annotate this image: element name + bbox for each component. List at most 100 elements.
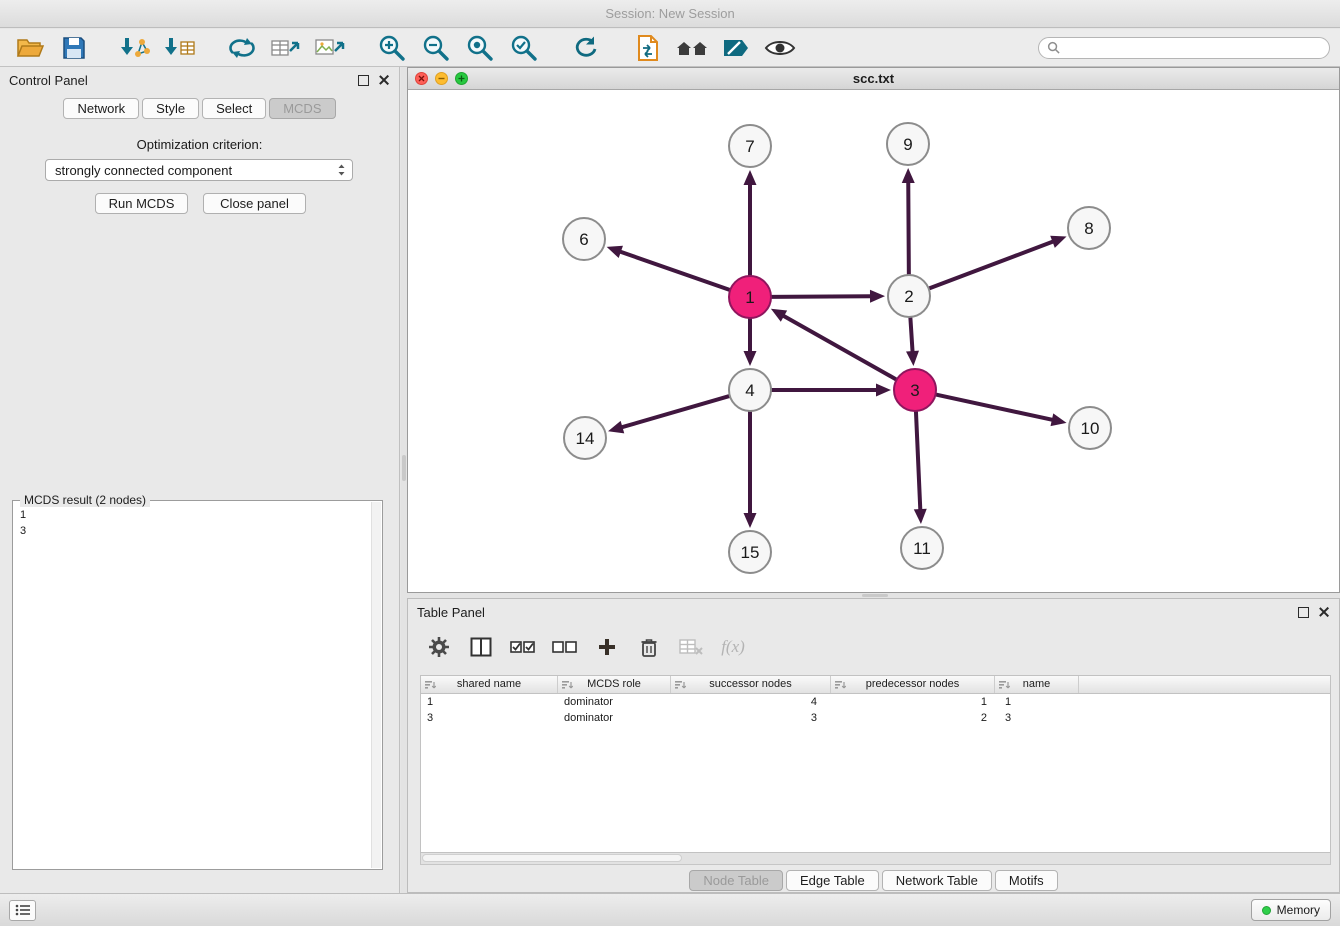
graph-node-1[interactable]: 1	[729, 276, 771, 318]
import-table-button[interactable]	[160, 32, 200, 64]
network-canvas[interactable]: 7 9 6 8 1 2 4 3 14 10 15 11	[408, 90, 1339, 592]
table-row[interactable]: 1 dominator 4 1 1	[421, 694, 1330, 710]
graph-node-11[interactable]: 11	[901, 527, 943, 569]
close-panel-icon[interactable]	[1318, 606, 1330, 618]
graph-node-7[interactable]: 7	[729, 125, 771, 167]
column-header-mcds-role[interactable]: MCDS role	[558, 676, 671, 693]
scrollbar-thumb[interactable]	[422, 854, 682, 862]
graph-edge[interactable]	[784, 316, 896, 379]
export-image-button[interactable]	[310, 32, 350, 64]
style-label-button[interactable]	[716, 32, 756, 64]
tab-network-table[interactable]: Network Table	[882, 870, 992, 891]
column-header-shared-name[interactable]: shared name	[421, 676, 558, 693]
cell-successor-nodes[interactable]: 4	[671, 694, 831, 710]
table-horizontal-scrollbar[interactable]	[420, 853, 1331, 865]
cell-predecessor-nodes[interactable]: 2	[831, 710, 995, 726]
cell-shared-name[interactable]: 3	[421, 710, 558, 726]
graph-edge[interactable]	[621, 252, 729, 290]
search-field[interactable]	[1038, 37, 1330, 59]
graph-edge[interactable]	[916, 412, 920, 509]
splitter-handle[interactable]	[862, 594, 888, 597]
graph-edge[interactable]	[772, 296, 870, 297]
tab-motifs[interactable]: Motifs	[995, 870, 1058, 891]
delete-column-button[interactable]	[632, 631, 666, 663]
show-columns-button[interactable]	[464, 631, 498, 663]
splitter-handle[interactable]	[402, 455, 406, 481]
zoom-selected-button[interactable]	[504, 32, 544, 64]
zoom-window-icon[interactable]	[455, 72, 468, 85]
create-column-button[interactable]	[590, 631, 624, 663]
minimize-window-icon[interactable]	[435, 72, 448, 85]
graph-node-8[interactable]: 8	[1068, 207, 1110, 249]
cell-name[interactable]: 3	[995, 710, 1079, 726]
tab-style[interactable]: Style	[142, 98, 199, 119]
graph-node-4[interactable]: 4	[729, 369, 771, 411]
float-panel-icon[interactable]	[358, 75, 369, 86]
tab-node-table[interactable]: Node Table	[689, 870, 783, 891]
graph-edge[interactable]	[936, 395, 1051, 420]
result-scrollbar[interactable]	[371, 502, 381, 868]
document-arrows-button[interactable]	[628, 32, 668, 64]
graph-node-14[interactable]: 14	[564, 417, 606, 459]
cell-mcds-role[interactable]: dominator	[558, 710, 671, 726]
task-history-button[interactable]	[9, 900, 36, 921]
graph-edge[interactable]	[908, 183, 909, 274]
deselect-all-columns-button[interactable]	[548, 631, 582, 663]
tab-mcds[interactable]: MCDS	[269, 98, 335, 119]
search-input[interactable]	[1066, 39, 1321, 57]
window-title: Session: New Session	[605, 6, 734, 21]
close-panel-icon[interactable]	[378, 74, 390, 86]
save-session-button[interactable]	[54, 32, 94, 64]
list-icon	[15, 904, 31, 916]
cell-shared-name[interactable]: 1	[421, 694, 558, 710]
cell-name[interactable]: 1	[995, 694, 1079, 710]
network-arrows-button[interactable]	[222, 32, 262, 64]
table-row[interactable]: 3 dominator 3 2 3	[421, 710, 1330, 726]
column-header-predecessor-nodes[interactable]: predecessor nodes	[831, 676, 995, 693]
column-header-successor-nodes[interactable]: successor nodes	[671, 676, 831, 693]
cell-mcds-role[interactable]: dominator	[558, 694, 671, 710]
mcds-result-list: 1 3	[14, 502, 370, 868]
column-header-name[interactable]: name	[995, 676, 1079, 693]
tab-select[interactable]: Select	[202, 98, 266, 119]
graph-node-10[interactable]: 10	[1069, 407, 1111, 449]
tab-edge-table[interactable]: Edge Table	[786, 870, 879, 891]
fx-label: f(x)	[721, 637, 745, 657]
graph-node-15[interactable]: 15	[729, 531, 771, 573]
home-views-button[interactable]	[672, 32, 712, 64]
table-settings-button[interactable]	[422, 631, 456, 663]
graph-node-2[interactable]: 2	[888, 275, 930, 317]
zoom-in-button[interactable]	[372, 32, 412, 64]
optimization-criterion-select[interactable]: strongly connected component	[45, 159, 353, 181]
import-table-icon	[164, 34, 196, 62]
cell-successor-nodes[interactable]: 3	[671, 710, 831, 726]
graph-edge[interactable]	[622, 396, 728, 427]
network-graph[interactable]: 7 9 6 8 1 2 4 3 14 10 15 11	[408, 90, 1339, 592]
graph-node-6[interactable]: 6	[563, 218, 605, 260]
close-window-icon[interactable]	[415, 72, 428, 85]
function-builder-button-disabled[interactable]: f(x)	[716, 631, 750, 663]
show-hide-button[interactable]	[760, 32, 800, 64]
memory-button[interactable]: Memory	[1251, 899, 1331, 921]
edge-arrowhead-icon	[1051, 413, 1067, 426]
graph-edge[interactable]	[910, 318, 912, 351]
edge-arrowhead-icon	[1050, 236, 1066, 248]
run-mcds-button[interactable]: Run MCDS	[95, 193, 188, 214]
graph-edge[interactable]	[930, 242, 1053, 288]
select-all-columns-button[interactable]	[506, 631, 540, 663]
import-network-button[interactable]	[116, 32, 156, 64]
graph-node-9[interactable]: 9	[887, 123, 929, 165]
float-panel-icon[interactable]	[1298, 607, 1309, 618]
close-panel-button[interactable]: Close panel	[203, 193, 306, 214]
export-table-button[interactable]	[266, 32, 306, 64]
delete-table-button-disabled[interactable]	[674, 631, 708, 663]
window-titlebar[interactable]: Session: New Session	[0, 0, 1340, 28]
zoom-out-button[interactable]	[416, 32, 456, 64]
open-session-button[interactable]	[10, 32, 50, 64]
graph-node-3[interactable]: 3	[894, 369, 936, 411]
zoom-fit-button[interactable]	[460, 32, 500, 64]
cell-predecessor-nodes[interactable]: 1	[831, 694, 995, 710]
refresh-button[interactable]	[566, 32, 606, 64]
network-window-titlebar[interactable]: scc.txt	[408, 68, 1339, 90]
tab-network[interactable]: Network	[63, 98, 139, 119]
